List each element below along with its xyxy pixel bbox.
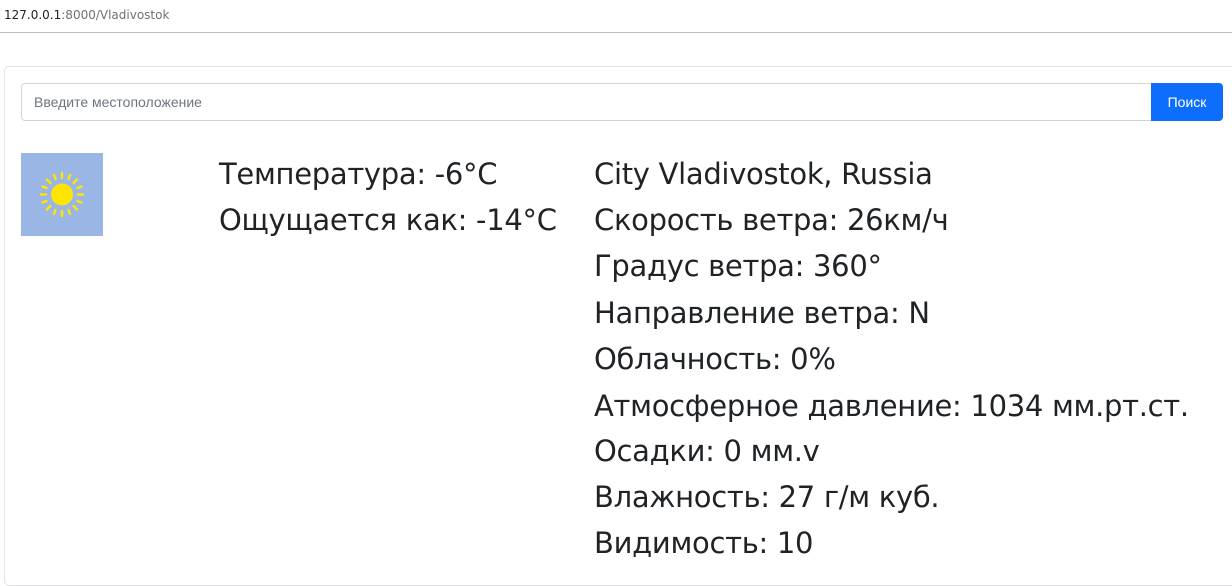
wind-direction-text: Направление ветра: N [594, 296, 930, 330]
sun-icon [39, 171, 85, 218]
temperature-text: Температура: -6°C [219, 157, 498, 191]
url-host: 127.0.0.1 [4, 8, 62, 22]
wind-speed-text: Скорость ветра: 26км/ч [594, 203, 949, 237]
pressure-text: Атмосферное давление: 1034 мм.рт.ст. [594, 389, 1189, 423]
precipitation-text: Осадки: 0 мм.v [594, 434, 820, 468]
feels-like-text: Ощущается как: -14°C [219, 203, 557, 237]
city-text: City Vladivostok, Russia [594, 157, 933, 191]
url-path: :8000/Vladivostok [61, 8, 170, 22]
weather-icon-box [21, 153, 103, 236]
visibility-text: Видимость: 10 [594, 526, 814, 560]
search-button[interactable]: Поиск [1151, 83, 1223, 121]
humidity-text: Влажность: 27 г/м куб. [594, 480, 940, 514]
browser-address-bar[interactable]: 127.0.0.1:8000/Vladivostok [0, 0, 1232, 33]
cloudiness-text: Облачность: 0% [594, 342, 836, 376]
wind-degree-text: Градус ветра: 360° [594, 249, 882, 283]
url-text[interactable]: 127.0.0.1:8000/Vladivostok [4, 8, 169, 22]
location-search-input[interactable] [21, 83, 1152, 121]
